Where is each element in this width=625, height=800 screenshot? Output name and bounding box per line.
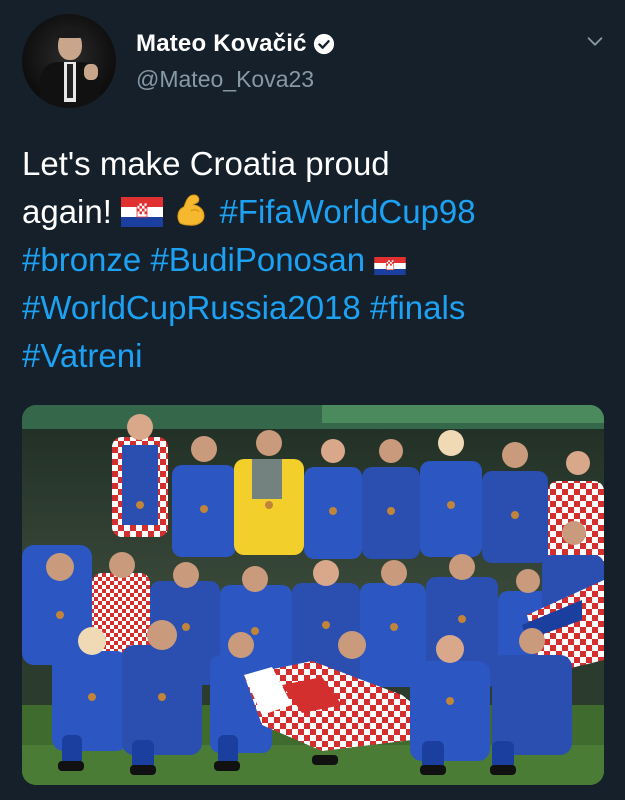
hashtag-finals[interactable]: #finals <box>370 289 465 326</box>
tweet-line-5: #Vatreni <box>22 332 612 380</box>
hashtag-vatreni[interactable]: #Vatreni <box>22 337 142 374</box>
hashtag-budiponosan[interactable]: #BudiPonosan <box>150 241 365 278</box>
tweet-text-segment: Let's make Croatia proud <box>22 145 390 182</box>
author-avatar[interactable] <box>22 14 116 108</box>
avatar-hair <box>56 26 84 38</box>
tweet-card: Mateo Kovačić @Mateo_Kova23 Let's make C… <box>0 0 625 800</box>
team-photo-illustration <box>22 405 604 785</box>
flexed-biceps-icon <box>177 194 205 226</box>
tweet-photo[interactable] <box>22 405 604 785</box>
tweet-text: Let's make Croatia proud again! #FifaWor… <box>22 140 612 380</box>
tweet-text-segment: again! <box>22 193 112 230</box>
croatia-flag-icon <box>121 197 164 227</box>
author-display-name[interactable]: Mateo Kovačić <box>136 30 307 58</box>
tweet-line-4: #WorldCupRussia2018 #finals <box>22 284 612 332</box>
chevron-down-icon[interactable] <box>584 30 606 52</box>
tweet-line-1: Let's make Croatia proud <box>22 140 612 188</box>
author-handle[interactable]: @Mateo_Kova23 <box>136 66 314 93</box>
tweet-line-2: again! #FifaWorldCup98 <box>22 188 612 236</box>
author-name-row[interactable]: Mateo Kovačić <box>136 30 335 58</box>
hashtag-bronze[interactable]: #bronze <box>22 241 141 278</box>
hashtag-fifaworldcup98[interactable]: #FifaWorldCup98 <box>219 193 475 230</box>
verified-badge-icon <box>313 33 334 55</box>
croatia-flag-icon <box>374 257 407 275</box>
avatar-tie <box>67 64 73 98</box>
tweet-line-3: #bronze #BudiPonosan <box>22 236 612 284</box>
avatar-thumb <box>84 64 98 80</box>
hashtag-worldcuprussia2018[interactable]: #WorldCupRussia2018 <box>22 289 361 326</box>
